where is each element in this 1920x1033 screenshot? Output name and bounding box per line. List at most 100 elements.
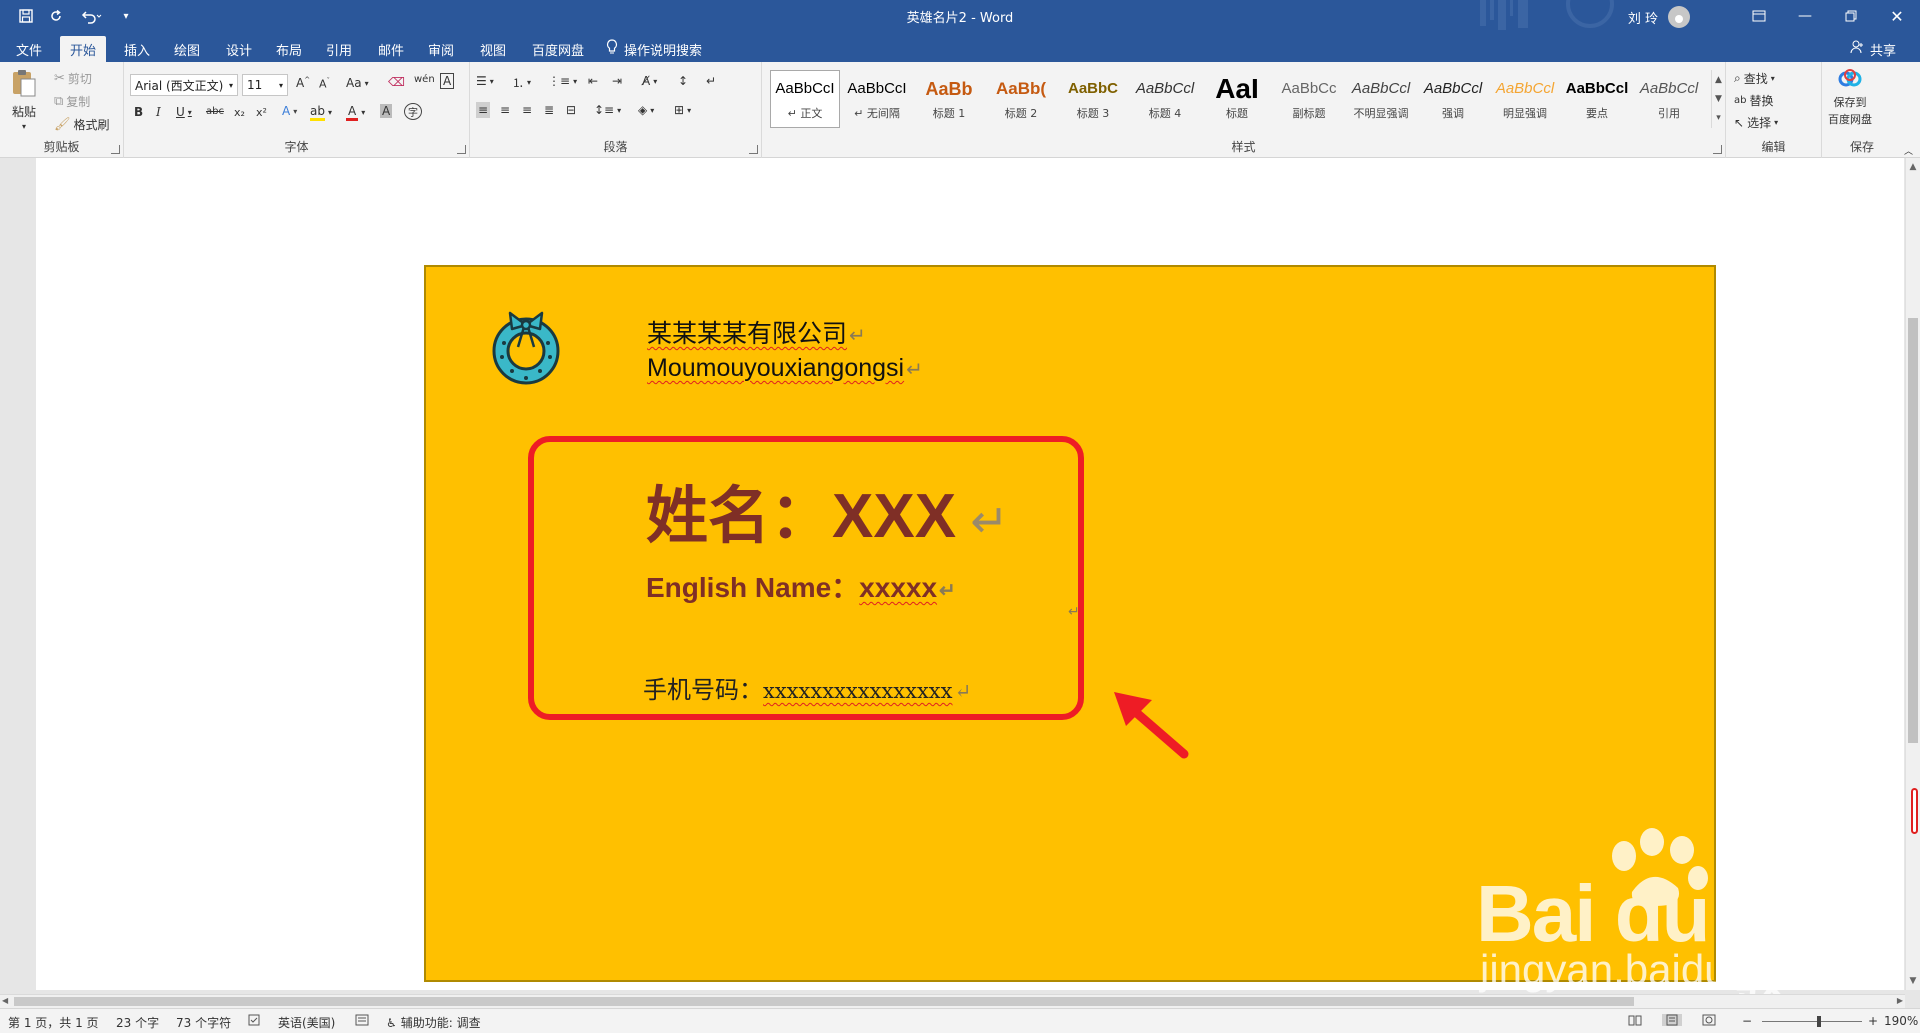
- find-button[interactable]: ⌕ 查找 ▾: [1734, 70, 1775, 87]
- tab-baidu-netdisk[interactable]: 百度网盘: [522, 36, 594, 62]
- scroll-up-icon[interactable]: ▲: [1906, 160, 1920, 174]
- tab-insert[interactable]: 插入: [114, 36, 160, 62]
- replace-button[interactable]: ab 替换: [1734, 92, 1774, 109]
- close-icon[interactable]: ✕: [1874, 0, 1920, 32]
- zoom-in-button[interactable]: +: [1868, 1014, 1878, 1028]
- change-case-button[interactable]: Aa ▾: [346, 76, 369, 90]
- superscript-button[interactable]: x²: [256, 106, 267, 119]
- tab-references[interactable]: 引用: [316, 36, 362, 62]
- tab-home[interactable]: 开始: [60, 36, 107, 62]
- italic-button[interactable]: I: [156, 105, 161, 119]
- underline-button[interactable]: U ▾: [176, 105, 192, 119]
- ribbon-display-options-icon[interactable]: [1736, 0, 1782, 32]
- character-shading-button[interactable]: A: [380, 104, 393, 118]
- strikethrough-button[interactable]: abc: [206, 106, 224, 117]
- numbering-button[interactable]: ⒈ ▾: [512, 74, 531, 91]
- font-launcher-icon[interactable]: [457, 145, 466, 154]
- style-item[interactable]: AaBbCcl 引用: [1634, 70, 1704, 128]
- vertical-scroll-thumb[interactable]: [1908, 318, 1918, 743]
- style-item[interactable]: AaBbCcI ↵ 无间隔: [842, 70, 912, 128]
- style-item[interactable]: AaBbCcl 要点: [1562, 70, 1632, 128]
- select-button[interactable]: ↖ 选择 ▾: [1734, 114, 1778, 131]
- chinese-layout-button[interactable]: A̸ ▾: [642, 74, 657, 88]
- restore-icon[interactable]: [1828, 0, 1874, 32]
- avatar[interactable]: [1668, 6, 1690, 28]
- text-effects-button[interactable]: A ▾: [282, 104, 297, 118]
- minimize-icon[interactable]: —: [1782, 0, 1828, 32]
- sort-button[interactable]: ↕: [678, 74, 688, 88]
- character-border-button[interactable]: A: [440, 73, 455, 89]
- tab-view[interactable]: 视图: [470, 36, 516, 62]
- borders-button[interactable]: ⊞ ▾: [674, 103, 691, 117]
- bold-button[interactable]: B: [134, 105, 143, 119]
- horizontal-scrollbar[interactable]: ◀ ▶: [0, 994, 1905, 1008]
- company-name-en[interactable]: Moumouyouxiangongsi ↵: [647, 354, 923, 383]
- chevron-up-icon[interactable]: ▲: [1715, 75, 1722, 85]
- decrease-indent-button[interactable]: ⇤: [588, 74, 598, 88]
- align-right-button[interactable]: ≡: [522, 103, 532, 117]
- enclose-characters-button[interactable]: 字: [404, 103, 422, 120]
- show-marks-button[interactable]: ↵: [706, 74, 716, 88]
- macro-icon[interactable]: [355, 1014, 369, 1026]
- align-center-button[interactable]: ≡: [500, 103, 510, 117]
- company-name-cn[interactable]: 某某某某有限公司 ↵: [647, 314, 866, 350]
- print-layout-icon[interactable]: [1662, 1014, 1682, 1026]
- increase-indent-button[interactable]: ⇥: [612, 74, 622, 88]
- styles-gallery-scroll[interactable]: ▲ ▼ ▾: [1711, 70, 1725, 128]
- zoom-level[interactable]: 190%: [1884, 1014, 1918, 1028]
- share-button[interactable]: 共享: [1850, 36, 1896, 62]
- style-item[interactable]: AaBbCcI ↵ 正文: [770, 70, 840, 128]
- justify-button[interactable]: ≣: [544, 103, 554, 117]
- tab-review[interactable]: 审阅: [418, 36, 464, 62]
- english-name-line[interactable]: English Name：xxxxx ↵: [646, 566, 956, 606]
- grow-font-button[interactable]: A^: [296, 76, 310, 90]
- paragraph-launcher-icon[interactable]: [749, 145, 758, 154]
- scroll-left-icon[interactable]: ◀: [2, 996, 8, 1005]
- highlight-button[interactable]: ab ▾: [310, 104, 332, 121]
- tab-draw[interactable]: 绘图: [164, 36, 210, 62]
- styles-launcher-icon[interactable]: [1713, 145, 1722, 154]
- more-styles-icon[interactable]: ▾: [1716, 113, 1721, 123]
- clear-formatting-button[interactable]: ⌫: [388, 75, 405, 89]
- copy-button[interactable]: ⧉ 复制: [54, 93, 90, 110]
- read-mode-icon[interactable]: [1628, 1014, 1642, 1026]
- proofing-icon[interactable]: [248, 1014, 262, 1026]
- tab-file[interactable]: 文件: [6, 36, 52, 62]
- font-size-combo[interactable]: 11 ▾: [242, 74, 288, 96]
- tab-mailings[interactable]: 邮件: [368, 36, 414, 62]
- collapse-ribbon-icon[interactable]: ︿: [1904, 144, 1913, 157]
- style-item[interactable]: AaBbC 标题 3: [1058, 70, 1128, 128]
- horizontal-scroll-thumb[interactable]: [14, 997, 1634, 1006]
- save-to-baidu-button[interactable]: 保存到 百度网盘: [1828, 68, 1872, 127]
- font-name-combo[interactable]: Arial (西文正文) ▾: [130, 74, 238, 96]
- zoom-slider-thumb[interactable]: [1817, 1016, 1821, 1027]
- style-item[interactable]: AaBbCcl 标题 4: [1130, 70, 1200, 128]
- user-account[interactable]: 刘 玲: [1628, 6, 1690, 28]
- scroll-down-icon[interactable]: ▼: [1906, 974, 1920, 988]
- zoom-slider[interactable]: [1762, 1021, 1862, 1022]
- bullets-button[interactable]: ☰ ▾: [476, 74, 494, 88]
- subscript-button[interactable]: x₂: [234, 106, 245, 119]
- distributed-button[interactable]: ⊟: [566, 103, 576, 117]
- style-item[interactable]: AaBb(标题 2: [986, 70, 1056, 128]
- word-count[interactable]: 23 个字: [116, 1014, 159, 1031]
- shrink-font-button[interactable]: Aˇ: [319, 77, 330, 91]
- tab-layout[interactable]: 布局: [266, 36, 312, 62]
- phonetic-guide-button[interactable]: wén: [414, 74, 435, 85]
- style-item[interactable]: AaBbCc 副标题: [1274, 70, 1344, 128]
- language[interactable]: 英语(美国): [278, 1014, 335, 1031]
- align-left-button[interactable]: ≡: [476, 102, 491, 118]
- style-item[interactable]: AaBbCcl 不明显强调: [1346, 70, 1416, 128]
- font-color-button[interactable]: A ▾: [346, 104, 365, 121]
- accessibility-checker[interactable]: ♿ 辅助功能: 调查: [386, 1014, 481, 1031]
- cut-button[interactable]: ✂ 剪切: [54, 70, 92, 87]
- zoom-out-button[interactable]: −: [1742, 1014, 1752, 1028]
- style-item[interactable]: AaBbCcl 强调: [1418, 70, 1488, 128]
- style-item[interactable]: AaBbCcl 明显强调: [1490, 70, 1560, 128]
- style-item[interactable]: AaI 标题: [1202, 70, 1272, 128]
- clipboard-launcher-icon[interactable]: [111, 145, 120, 154]
- scroll-right-icon[interactable]: ▶: [1897, 996, 1903, 1005]
- multilevel-list-button[interactable]: ⋮≡ ▾: [548, 74, 577, 88]
- style-item[interactable]: AaBb 标题 1: [914, 70, 984, 128]
- chevron-down-icon[interactable]: ▼: [1715, 94, 1722, 104]
